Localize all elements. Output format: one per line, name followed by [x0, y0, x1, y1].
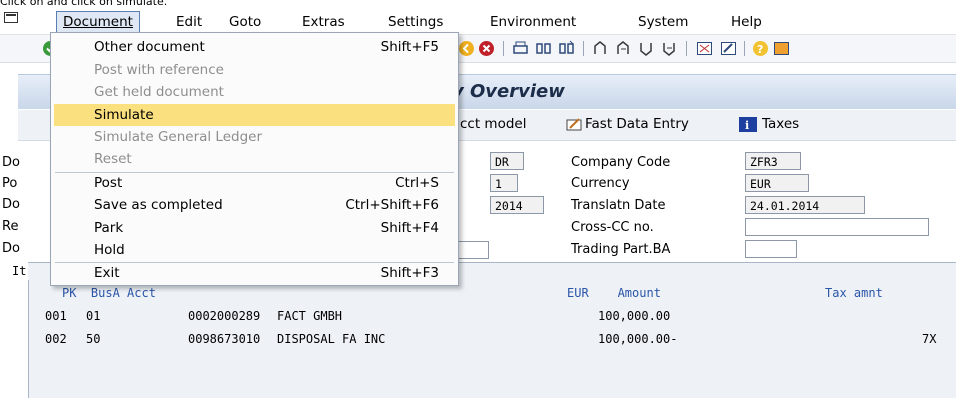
- menu-icon[interactable]: [4, 12, 20, 25]
- menu-item-exit[interactable]: Exit Shift+F3: [51, 262, 458, 284]
- find-next-icon[interactable]: [558, 40, 575, 57]
- cancel-icon[interactable]: [478, 40, 495, 57]
- label-reference: Re: [2, 219, 19, 234]
- trading-part-field[interactable]: [745, 240, 797, 258]
- menu-help[interactable]: Help: [731, 12, 762, 32]
- svg-text:i: i: [745, 119, 749, 132]
- menu-item-simulate-general-ledger[interactable]: Simulate General Ledger: [51, 126, 458, 148]
- menu-edit[interactable]: Edit: [176, 12, 202, 32]
- column-header-amount: EUR Amount: [567, 286, 661, 300]
- items-header-stub: It: [12, 264, 27, 278]
- find-icon[interactable]: [535, 40, 552, 57]
- previous-page-icon[interactable]: [615, 40, 632, 57]
- menu-bar: Document Edit Goto Extras Settings Envir…: [0, 8, 956, 35]
- fiscal-year-field[interactable]: 2014: [490, 196, 544, 214]
- currency-label: Currency: [571, 176, 630, 191]
- acct-model-button[interactable]: cct model: [460, 116, 526, 132]
- menu-environment[interactable]: Environment: [490, 12, 576, 32]
- trading-part-label: Trading Part.BA: [571, 242, 671, 257]
- menu-item-other-document[interactable]: Other document Shift+F5: [51, 36, 458, 58]
- menu-goto[interactable]: Goto: [229, 12, 261, 32]
- next-page-icon[interactable]: [638, 40, 655, 57]
- svg-text:?: ?: [757, 43, 763, 56]
- menu-system[interactable]: System: [638, 12, 688, 32]
- menu-item-park[interactable]: Park Shift+F4: [51, 217, 458, 239]
- back-icon[interactable]: [458, 40, 475, 57]
- menu-extras[interactable]: Extras: [302, 12, 345, 32]
- label-doc-date: Do: [2, 155, 20, 170]
- fast-data-entry-icon: [566, 118, 582, 131]
- menu-document[interactable]: Document: [56, 11, 140, 33]
- taxes-button[interactable]: Taxes: [762, 116, 799, 132]
- translatn-date-label: Translatn Date: [571, 198, 666, 213]
- company-code-field[interactable]: ZFR3: [745, 152, 801, 170]
- instruction-text: Click on and click on simulate.: [0, 0, 168, 8]
- shortcut-icon[interactable]: [720, 40, 737, 57]
- doc-header-text-field[interactable]: [457, 241, 489, 259]
- label-posting-date: Po: [2, 176, 18, 191]
- label-document-no: Do: [2, 197, 20, 212]
- help-icon[interactable]: ?: [752, 40, 769, 57]
- column-header-left: PK BusA Acct: [62, 286, 156, 300]
- cross-cc-label: Cross-CC no.: [571, 220, 654, 235]
- label-doc-header-text: Do: [2, 241, 20, 256]
- period-field[interactable]: 1: [490, 174, 518, 192]
- print-icon[interactable]: [512, 40, 529, 57]
- last-page-icon[interactable]: [661, 40, 678, 57]
- menu-item-hold[interactable]: Hold: [51, 239, 458, 261]
- currency-field[interactable]: EUR: [745, 174, 809, 192]
- menu-item-save-as-completed[interactable]: Save as completed Ctrl+Shift+F6: [51, 194, 458, 216]
- menu-item-post-with-reference[interactable]: Post with reference: [51, 59, 458, 81]
- layout-icon[interactable]: [773, 40, 790, 57]
- page-title: y Overview: [452, 81, 565, 102]
- items-table: PK BusA Acct EUR Amount Tax amnt 001 01 …: [28, 280, 956, 398]
- info-icon: i: [739, 117, 757, 132]
- translatn-date-field[interactable]: 24.01.2014: [745, 196, 865, 214]
- fast-data-entry-button[interactable]: Fast Data Entry: [585, 116, 689, 132]
- column-header-tax: Tax amnt: [825, 286, 883, 300]
- menu-item-get-held-document[interactable]: Get held document: [51, 81, 458, 103]
- cross-cc-field[interactable]: [745, 218, 929, 236]
- doc-type-field[interactable]: DR: [490, 152, 524, 170]
- company-code-label: Company Code: [571, 155, 671, 170]
- document-menu-dropdown: Other document Shift+F5 Post with referen…: [50, 32, 459, 286]
- first-page-icon[interactable]: [592, 40, 609, 57]
- menu-item-post[interactable]: Post Ctrl+S: [51, 172, 458, 194]
- menu-item-reset[interactable]: Reset: [51, 148, 458, 170]
- menu-item-simulate[interactable]: Simulate: [54, 104, 455, 126]
- new-session-icon[interactable]: [696, 40, 713, 57]
- menu-settings[interactable]: Settings: [388, 12, 443, 32]
